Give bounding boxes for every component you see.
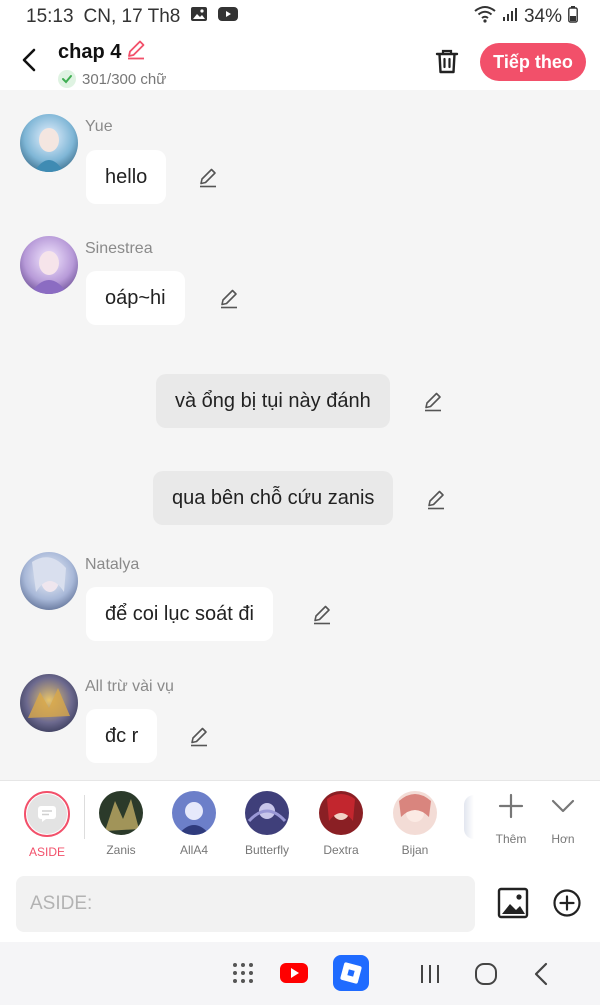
- character-butterfly[interactable]: Butterfly: [237, 791, 297, 857]
- pencil-icon: [428, 490, 444, 510]
- avatar[interactable]: [20, 236, 78, 294]
- gallery-icon: [190, 6, 208, 28]
- divider: [84, 795, 85, 839]
- character-name: Dextra: [323, 843, 359, 857]
- character-avatar: [99, 791, 143, 835]
- character-avatar: [319, 791, 363, 835]
- character-bijan[interactable]: Bijan: [385, 791, 445, 857]
- avatar[interactable]: [20, 674, 78, 732]
- status-date: CN, 17 Th8: [83, 6, 181, 27]
- battery-percent: 34%: [523, 6, 562, 27]
- wifi-icon: [474, 5, 496, 29]
- avatar[interactable]: [20, 114, 78, 172]
- image-icon: [497, 887, 529, 919]
- insert-image-button[interactable]: [496, 886, 530, 920]
- pencil-icon: [221, 289, 237, 309]
- add-button[interactable]: [552, 888, 582, 918]
- character-selector: ASIDE Zanis AllA4 Butterfly Dextra Bijan…: [0, 780, 600, 866]
- message-bubble[interactable]: đc r: [86, 709, 158, 763]
- recents-icon[interactable]: [419, 963, 441, 990]
- status-bar: 15:13 CN, 17 Th8 34%: [0, 0, 600, 34]
- character-name: Butterfly: [244, 843, 289, 857]
- composer: [0, 866, 600, 942]
- back-arrow-icon: [22, 48, 36, 72]
- nav-back-icon[interactable]: [532, 962, 552, 991]
- pencil-icon: [314, 605, 330, 625]
- youtube-app-icon[interactable]: [280, 962, 308, 989]
- edit-message-button[interactable]: [197, 166, 219, 188]
- edit-title-icon[interactable]: [125, 38, 147, 66]
- character-avatar: [172, 791, 216, 835]
- more-label: Thêm: [495, 832, 527, 846]
- chapter-title: chap 4: [58, 40, 122, 63]
- edit-message-button[interactable]: [218, 287, 240, 309]
- character-dextra[interactable]: Dextra: [311, 791, 371, 857]
- next-button[interactable]: Tiếp theo: [480, 43, 586, 81]
- system-nav-bar: [0, 942, 600, 1005]
- character-avatar: [245, 791, 289, 835]
- aside-bubble[interactable]: và ổng bị tụi này đánh: [156, 374, 390, 428]
- character-name: AllA4: [179, 843, 208, 857]
- character-zanis[interactable]: Zanis: [91, 791, 151, 857]
- character-aside[interactable]: ASIDE: [17, 791, 77, 859]
- expand-label: Hơn: [551, 832, 575, 846]
- character-alla4[interactable]: AllA4: [164, 791, 224, 857]
- edit-message-button[interactable]: [422, 390, 444, 412]
- editor-header: chap 4 301/300 chữ Tiếp theo: [0, 34, 600, 90]
- aside-bubble[interactable]: qua bên chỗ cứu zanis: [153, 471, 394, 525]
- character-name: Zanis: [106, 843, 136, 857]
- chat-area[interactable]: Yue hello Sinestrea oáp~hi và ổng bị tụi…: [0, 90, 600, 780]
- add-character-button[interactable]: Thêm: [489, 791, 533, 846]
- battery-icon: [568, 5, 578, 29]
- plus-circle-icon: [553, 889, 581, 917]
- avatar[interactable]: [20, 552, 78, 610]
- sender-name: Yue: [85, 118, 113, 135]
- sender-name: All trừ vài vụ: [85, 678, 174, 695]
- back-button[interactable]: [18, 46, 42, 74]
- status-time: 15:13: [26, 6, 74, 27]
- character-scroll-edge: [464, 795, 474, 839]
- youtube-icon: [218, 6, 239, 28]
- delete-button[interactable]: [432, 46, 462, 76]
- character-avatar: [393, 791, 437, 835]
- message-bubble[interactable]: hello: [86, 150, 167, 204]
- home-icon[interactable]: [474, 962, 498, 991]
- character-name: ASIDE: [28, 845, 65, 859]
- edit-message-button[interactable]: [311, 603, 333, 625]
- trash-icon: [435, 49, 459, 74]
- chat-bubble-icon: [38, 806, 56, 822]
- aside-avatar: [24, 791, 70, 837]
- chevron-down-icon: [551, 799, 575, 813]
- pencil-icon: [200, 168, 216, 188]
- sender-name: Sinestrea: [85, 240, 153, 257]
- apps-grid-icon[interactable]: [231, 961, 255, 990]
- roblox-app-icon[interactable]: [333, 955, 369, 996]
- word-count: 301/300 chữ: [82, 70, 167, 88]
- chapter-info: chap 4 301/300 chữ: [58, 38, 166, 88]
- plus-icon: [498, 793, 524, 819]
- edit-message-button[interactable]: [188, 725, 210, 747]
- expand-characters-button[interactable]: Hơn: [541, 791, 585, 846]
- pencil-icon: [425, 392, 441, 412]
- message-bubble[interactable]: oáp~hi: [86, 271, 185, 325]
- message-bubble[interactable]: để coi lục soát đi: [86, 587, 273, 641]
- signal-icon: [502, 6, 518, 28]
- sender-name: Natalya: [85, 556, 140, 573]
- character-name: Bijan: [401, 843, 429, 857]
- message-input[interactable]: [16, 876, 475, 932]
- check-icon: [58, 70, 76, 88]
- edit-message-button[interactable]: [425, 488, 447, 510]
- pencil-icon: [191, 727, 207, 747]
